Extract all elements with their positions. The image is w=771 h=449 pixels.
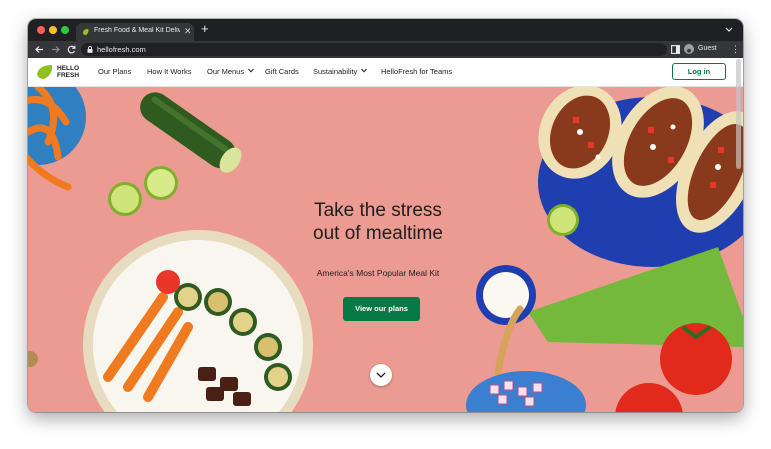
tab-title: Fresh Food & Meal Kit Delivery [94,27,180,34]
tomato-bottom [615,383,683,412]
view-our-plans-button[interactable]: View our plans [343,297,420,321]
close-window-button[interactable] [37,26,45,34]
hero-title-line1: Take the stress [314,200,442,221]
zucchini [140,92,242,173]
nav-our-menus-label: Our Menus [207,67,245,76]
nav-how-it-works[interactable]: How It Works [147,67,191,76]
scroll-down-button[interactable] [370,364,392,386]
maximize-window-button[interactable] [61,26,69,34]
peanut [28,351,38,367]
site-header: HELLO FRESH Our Plans How It Works Our M… [28,58,743,87]
tomato-large [660,323,732,395]
browser-tab[interactable]: Fresh Food & Meal Kit Delivery ✕ [76,23,194,41]
browser-toolbar: hellofresh.com Guest ⋮ [28,41,743,58]
favicon-icon [82,28,89,36]
lock-icon[interactable] [87,46,93,53]
tab-strip: Fresh Food & Meal Kit Delivery ✕ + [28,19,743,41]
chevron-down-icon [376,372,386,378]
nav-sustainability-label: Sustainability [313,67,358,76]
nav-hellofresh-for-teams[interactable]: HelloFresh for Teams [381,67,452,76]
side-panel-icon[interactable] [671,45,680,54]
hero-title-line2: out of mealtime [313,223,443,244]
close-icon[interactable]: ✕ [184,25,192,37]
page-scrollbar[interactable] [736,59,741,169]
plus-icon[interactable]: + [201,22,209,36]
address-bar[interactable]: hellofresh.com [81,43,667,56]
profile-label[interactable]: Guest [698,45,717,52]
chevron-down-icon [248,68,254,73]
chevron-down-icon[interactable] [725,25,733,33]
nav-gift-cards[interactable]: Gift Cards [265,67,299,76]
browser-window: Fresh Food & Meal Kit Delivery ✕ + hello… [28,19,743,412]
hero-section: Take the stress out of mealtime America'… [28,87,743,412]
hero-food-illustration [28,87,743,412]
reload-icon[interactable] [66,44,77,55]
forward-arrow-icon[interactable] [50,44,61,55]
logo-text: HELLO FRESH [57,65,80,79]
tomato [156,270,180,294]
profile-icon[interactable] [684,44,694,54]
nav-our-plans[interactable]: Our Plans [98,67,131,76]
hero-subtitle: America's Most Popular Meal Kit [316,268,440,278]
url-text[interactable]: hellofresh.com [97,45,146,54]
kebab-menu-icon[interactable]: ⋮ [731,45,740,54]
back-arrow-icon[interactable] [34,44,45,55]
minimize-window-button[interactable] [49,26,57,34]
login-button[interactable]: Log in [672,63,726,80]
nav-sustainability[interactable]: Sustainability [313,67,368,76]
nav-our-menus[interactable]: Our Menus [207,67,254,76]
hero-title: Take the stress out of mealtime [258,199,498,245]
chevron-down-icon [361,68,368,73]
logo-leaf-icon [37,65,53,79]
hellofresh-logo[interactable]: HELLO FRESH [35,63,85,81]
